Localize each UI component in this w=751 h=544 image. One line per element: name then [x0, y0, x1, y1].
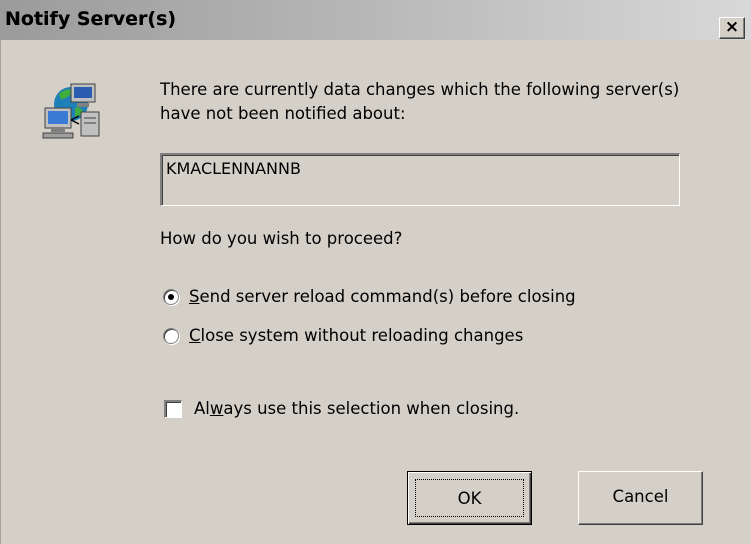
window-title: Notify Server(s) — [5, 8, 177, 30]
window-frame — [0, 40, 4, 544]
close-button[interactable]: × — [719, 17, 745, 39]
network-servers-icon — [42, 83, 100, 139]
title-bar[interactable]: Notify Server(s) × — [0, 0, 751, 40]
close-without-option[interactable]: Close system without reloading changes — [163, 326, 523, 345]
notice-message: There are currently data changes which t… — [160, 80, 680, 123]
send-reload-label[interactable]: Send server reload command(s) before clo… — [189, 287, 576, 306]
cancel-button[interactable]: Cancel — [578, 471, 703, 525]
always-use-label[interactable]: Always use this selection when closing. — [194, 399, 519, 418]
server-list[interactable]: KMACLENNANNB — [160, 153, 680, 206]
proceed-question: How do you wish to proceed? — [160, 229, 403, 248]
ok-button[interactable]: OK — [407, 471, 532, 525]
close-icon: × — [724, 17, 740, 37]
send-reload-option[interactable]: Send server reload command(s) before clo… — [163, 287, 576, 306]
always-use-option[interactable]: Always use this selection when closing. — [164, 399, 519, 418]
ok-button-label[interactable]: OK — [415, 479, 524, 517]
close-without-label[interactable]: Close system without reloading changes — [189, 326, 523, 345]
always-use-checkbox[interactable] — [164, 399, 182, 418]
send-reload-radio[interactable] — [163, 288, 179, 305]
close-without-radio[interactable] — [163, 327, 179, 344]
server-list-item[interactable]: KMACLENNANNB — [166, 159, 675, 178]
